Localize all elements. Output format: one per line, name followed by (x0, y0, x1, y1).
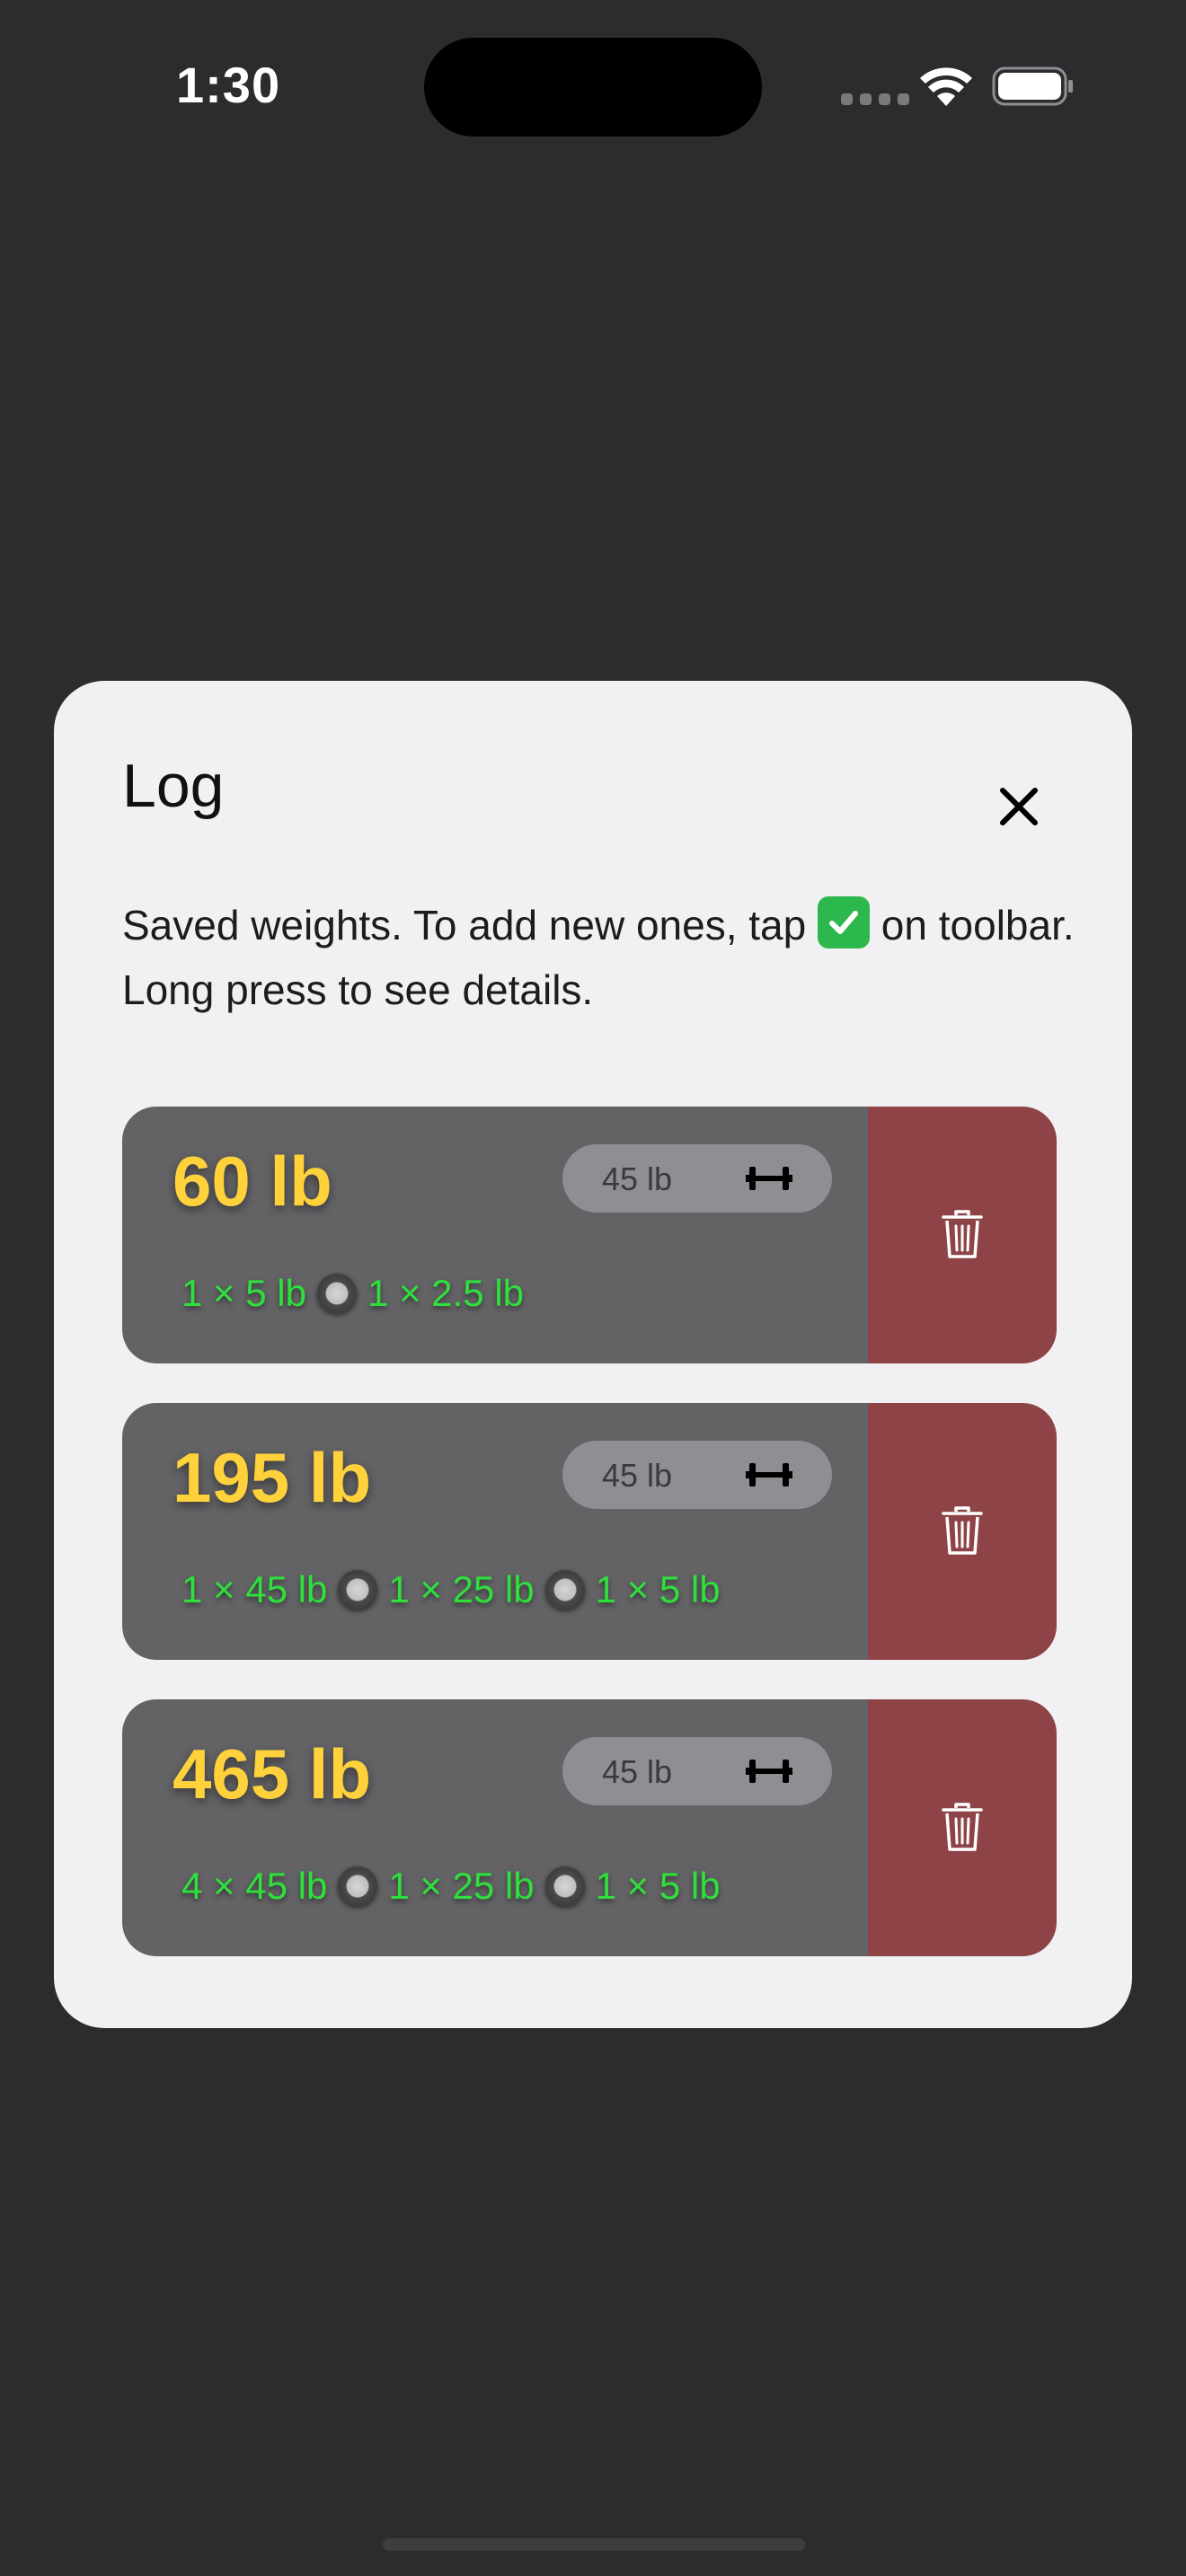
plate-icon (316, 1274, 357, 1313)
plate-count: 1 × 5 lb (595, 1865, 721, 1907)
weight-entries-list: 60 lb 45 lb 1 × 5 lb 1 × 2.5 lb 195 lb 4… (122, 1107, 1057, 1996)
delete-button[interactable] (868, 1403, 1057, 1660)
wifi-icon (920, 67, 972, 106)
log-modal: Log Saved weights. To add new ones, tap … (54, 681, 1132, 2028)
cellular-signal-icon (841, 93, 909, 105)
modal-title: Log (122, 752, 225, 820)
home-indicator[interactable] (383, 2538, 805, 2551)
plate-count: 1 × 5 lb (181, 1272, 306, 1314)
plate-icon (338, 1866, 378, 1906)
barbell-icon (746, 1167, 792, 1190)
plate-count: 1 × 2.5 lb (367, 1272, 524, 1314)
total-weight: 465 lb (173, 1734, 372, 1813)
bar-weight-label: 45 lb (602, 1753, 673, 1790)
battery-icon (992, 66, 1073, 106)
description-text-start: Saved weights. To add new ones, tap (122, 902, 819, 948)
plate-icon (544, 1866, 585, 1906)
bar-weight-label: 45 lb (602, 1160, 673, 1197)
total-weight: 195 lb (173, 1438, 372, 1517)
bar-weight-label: 45 lb (602, 1457, 673, 1494)
bar-weight-badge: 45 lb (562, 1441, 832, 1509)
delete-button[interactable] (868, 1699, 1057, 1956)
weight-entry-body[interactable]: 465 lb 45 lb 4 × 45 lb 1 × 25 lb 1 × 5 l… (122, 1699, 868, 1956)
trash-icon (942, 1506, 983, 1555)
plate-count: 1 × 45 lb (181, 1568, 328, 1610)
plate-count: 4 × 45 lb (181, 1865, 328, 1907)
status-time: 1:30 (176, 57, 281, 113)
weight-entry-body[interactable]: 60 lb 45 lb 1 × 5 lb 1 × 2.5 lb (122, 1107, 868, 1363)
plate-icon (544, 1570, 585, 1610)
trash-icon (942, 1210, 983, 1258)
weight-entry[interactable]: 60 lb 45 lb 1 × 5 lb 1 × 2.5 lb (122, 1107, 1057, 1363)
barbell-icon (746, 1760, 792, 1783)
plate-count: 1 × 25 lb (388, 1865, 535, 1907)
weight-entry-body[interactable]: 195 lb 45 lb 1 × 45 lb 1 × 25 lb 1 × 5 l… (122, 1403, 868, 1660)
weight-entry[interactable]: 195 lb 45 lb 1 × 45 lb 1 × 25 lb 1 × 5 l… (122, 1403, 1057, 1660)
bar-weight-badge: 45 lb (562, 1737, 832, 1805)
weight-entry[interactable]: 465 lb 45 lb 4 × 45 lb 1 × 25 lb 1 × 5 l… (122, 1699, 1057, 1956)
dynamic-island (424, 38, 762, 137)
check-box-icon (818, 896, 871, 948)
modal-description: Saved weights. To add new ones, tap on t… (122, 893, 1075, 1022)
status-bar: 1:30 (0, 0, 1186, 171)
total-weight: 60 lb (173, 1142, 332, 1221)
plate-count: 1 × 25 lb (388, 1568, 535, 1610)
plate-icon (338, 1570, 378, 1610)
bar-weight-badge: 45 lb (562, 1144, 832, 1213)
close-icon (1000, 788, 1038, 825)
plate-count: 1 × 5 lb (595, 1568, 721, 1610)
delete-button[interactable] (868, 1107, 1057, 1363)
trash-icon (942, 1803, 983, 1851)
plate-breakdown: 4 × 45 lb 1 × 25 lb 1 × 5 lb (181, 1865, 721, 1908)
close-button[interactable] (992, 780, 1046, 834)
plate-breakdown: 1 × 5 lb 1 × 2.5 lb (181, 1272, 524, 1315)
barbell-icon (746, 1463, 792, 1486)
plate-breakdown: 1 × 45 lb 1 × 25 lb 1 × 5 lb (181, 1568, 721, 1611)
